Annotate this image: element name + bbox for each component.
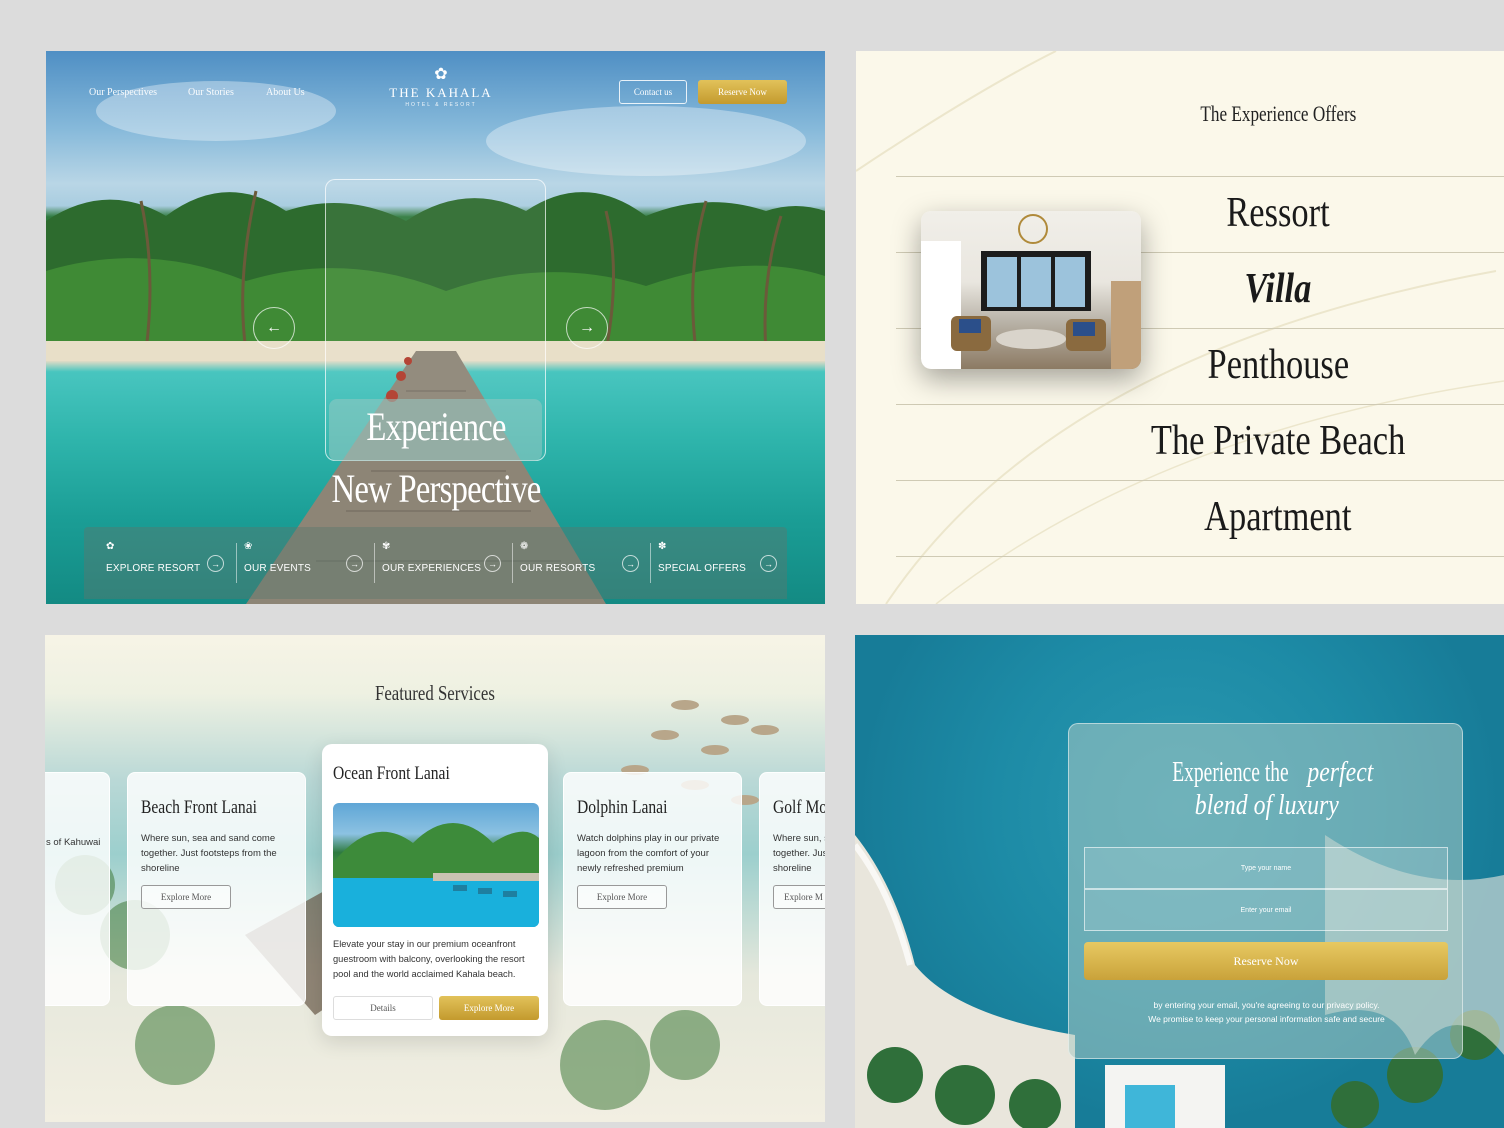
flower-logo-icon: ✿ [434,66,448,83]
menu-our-experiences[interactable]: ✾ OUR EXPERIENCES → [382,541,507,591]
card-title: Golf Mo [773,797,825,818]
menu-divider [374,543,375,583]
menu-divider [650,543,651,583]
menu-label: OUR EVENTS [244,563,312,574]
service-card-partial-left[interactable]: s of Kahuwai [45,772,110,1006]
arrow-right-icon[interactable]: → [622,555,639,572]
menu-label: EXPLORE RESORT [106,563,201,574]
offers-title: The Experience Offers [1200,101,1357,126]
hero-menu-bar: ✿ EXPLORE RESORT → ❀ OUR EVENTS → ✾ OUR … [84,527,787,599]
privacy-note-line1: by entering your email, you're agreeing … [1153,1000,1380,1010]
flower-icon: ✾ [382,541,391,552]
prev-arrow-icon[interactable]: ← [253,307,295,349]
menu-label: OUR RESORTS [520,563,596,574]
brand-logo[interactable]: ✿ THE KAHALA HOTEL & RESORT [386,66,496,109]
card-desc: s of Kahuwai [46,837,101,848]
arrow-right-icon[interactable]: → [207,555,224,572]
nav-about-us[interactable]: About Us [266,87,305,98]
nav-our-stories[interactable]: Our Stories [188,87,234,98]
service-card-ocean-front-lanai[interactable]: Ocean Front Lanai Elevate your stay in o… [322,744,548,1036]
featured-services-title: Featured Services [375,681,495,705]
next-arrow-icon[interactable]: → [566,307,608,349]
menu-special-offers[interactable]: ✽ SPECIAL OFFERS → [658,541,783,591]
ocean-front-pool-photo [333,803,539,927]
email-input[interactable]: Enter your email [1084,889,1448,931]
hero-title-line2: New Perspective [331,466,541,511]
menu-label: SPECIAL OFFERS [658,563,747,574]
service-card-golf-partial[interactable]: Golf Mo Where sun, s together. Jus shore… [759,772,825,1006]
card-title: Ocean Front Lanai [333,763,450,784]
menu-explore-resort[interactable]: ✿ EXPLORE RESORT → [106,541,231,591]
card-desc: Where sun, s together. Jus shoreline [773,833,825,874]
menu-our-resorts[interactable]: ❁ OUR RESORTS → [520,541,645,591]
reserve-form-card: Experience the perfect blend of luxury T… [1068,723,1463,1059]
offer-private-beach[interactable]: The Private Beach [1041,417,1504,465]
details-button[interactable]: Details [333,996,433,1020]
reserve-now-button[interactable]: Reserve Now [1084,942,1448,980]
nav-our-perspectives[interactable]: Our Perspectives [89,87,157,98]
offer-apartment[interactable]: Apartment [1041,493,1504,541]
logo-name: THE KAHALA [389,85,493,100]
flower-icon: ❁ [520,541,529,552]
divider [896,176,1504,177]
explore-more-button[interactable]: Explore More [439,996,539,1020]
menu-divider [236,543,237,583]
explore-more-button[interactable]: Explore M [773,885,825,909]
divider [896,556,1504,557]
name-input[interactable]: Type your name [1084,847,1448,889]
card-title: Beach Front Lanai [141,797,257,818]
lotus-icon: ❀ [244,541,253,552]
card-title: Dolphin Lanai [577,797,668,818]
menu-label: OUR EXPERIENCES [382,563,482,574]
flower-icon: ✽ [658,541,667,552]
hero-panel: Our Perspectives Our Stories About Us ✿ … [46,51,825,604]
explore-more-button[interactable]: Explore More [577,885,667,909]
explore-more-button[interactable]: Explore More [141,885,231,909]
card-desc: Watch dolphins play in our private lagoo… [577,833,720,874]
arrow-right-icon[interactable]: → [760,555,777,572]
logo-subtitle: HOTEL & RESORT [405,102,477,108]
hero-title-line1: Experience [366,404,506,449]
arrow-right-icon[interactable]: → [484,555,501,572]
flower-icon: ✿ [106,541,115,552]
service-card-beach-front-lanai[interactable]: Beach Front Lanai Where sun, sea and san… [127,772,306,1006]
offers-panel: The Experience Offers Ressort Villa Pent… [856,51,1504,604]
reserve-title: Experience the perfect blend of luxury [1172,756,1374,821]
menu-our-events[interactable]: ❀ OUR EVENTS → [244,541,369,591]
reserve-panel: Experience the perfect blend of luxury T… [855,635,1504,1128]
card-desc: Elevate your stay in our premium oceanfr… [333,939,525,979]
menu-divider [512,543,513,583]
arrow-right-icon[interactable]: → [346,555,363,572]
card-desc: Where sun, sea and sand come together. J… [141,833,277,874]
divider [896,404,1504,405]
divider [896,480,1504,481]
privacy-note-line2: We promise to keep your personal informa… [1148,1014,1385,1024]
villa-room-photo [921,211,1141,369]
contact-us-button[interactable]: Contact us [619,80,687,104]
reserve-now-button[interactable]: Reserve Now [698,80,787,104]
featured-services-panel: Featured Services s of Kahuwai Beach Fro… [45,635,825,1122]
service-card-dolphin-lanai[interactable]: Dolphin Lanai Watch dolphins play in our… [563,772,742,1006]
